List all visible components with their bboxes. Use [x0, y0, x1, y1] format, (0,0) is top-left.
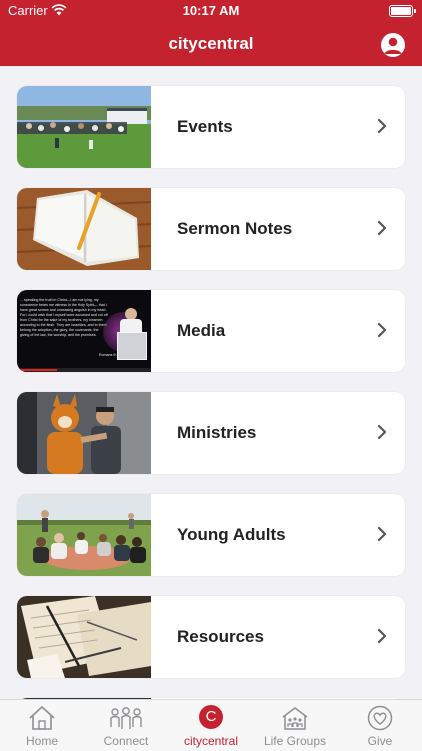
- slide-text: ... speaking the truth in Christ—I am no…: [20, 298, 108, 337]
- page-title: citycentral: [168, 34, 254, 53]
- citycentral-logo-icon: C: [169, 705, 253, 731]
- menu-item-resources[interactable]: Resources: [17, 596, 405, 678]
- profile-icon[interactable]: [381, 33, 405, 57]
- menu-item-label: Resources: [177, 627, 264, 646]
- chevron-right-icon: [377, 424, 387, 440]
- house-group-icon: [282, 707, 308, 730]
- tab-label: citycentral: [183, 734, 239, 748]
- menu-item-events[interactable]: Events: [17, 86, 405, 168]
- status-bar: Carrier 10:17 AM: [0, 0, 422, 22]
- menu-item-label: Media: [177, 321, 226, 340]
- chevron-right-icon: [377, 220, 387, 236]
- menu-item-label: Young Adults: [177, 525, 286, 544]
- home-icon: [29, 706, 55, 730]
- tab-citycentral[interactable]: C citycentral: [169, 700, 253, 751]
- tab-label: Home: [25, 734, 58, 748]
- resources-thumbnail: [17, 596, 151, 678]
- tab-label: Connect: [103, 734, 149, 748]
- media-thumbnail: ... speaking the truth in Christ—I am no…: [17, 290, 151, 372]
- ministries-thumbnail: [17, 392, 151, 474]
- menu-item-label: Sermon Notes: [177, 219, 293, 238]
- menu-item-label: Events: [177, 117, 233, 136]
- menu-item-ministries[interactable]: Ministries: [17, 392, 405, 474]
- chevron-right-icon: [377, 628, 387, 644]
- menu-item-media[interactable]: ... speaking the truth in Christ—I am no…: [17, 290, 405, 372]
- chevron-right-icon: [377, 118, 387, 134]
- logo-glyph: C: [199, 705, 223, 729]
- tab-label: Life Groups: [263, 734, 327, 748]
- young-adults-thumbnail: [17, 494, 151, 576]
- menu-item-label: Ministries: [177, 423, 257, 442]
- tab-connect[interactable]: Connect: [84, 700, 168, 751]
- tab-bar: Home Connect C citycentral Life Groups G…: [0, 699, 422, 751]
- events-thumbnail: [17, 86, 151, 168]
- chevron-right-icon: [377, 322, 387, 338]
- tab-label: Give: [367, 734, 393, 748]
- menu-item-young-adults[interactable]: Young Adults: [17, 494, 405, 576]
- tab-home[interactable]: Home: [0, 700, 84, 751]
- people-icon: [110, 707, 142, 729]
- clock: 10:17 AM: [182, 3, 240, 18]
- heart-icon: [367, 705, 393, 731]
- navigation-bar: citycentral: [0, 22, 422, 66]
- menu-list: Events Sermon Notes ... speaking the tru…: [0, 66, 422, 699]
- chevron-right-icon: [377, 526, 387, 542]
- menu-item-sermon-notes[interactable]: Sermon Notes: [17, 188, 405, 270]
- battery-icon: [389, 5, 416, 17]
- tab-life-groups[interactable]: Life Groups: [253, 700, 337, 751]
- sermon-notes-thumbnail: [17, 188, 151, 270]
- tab-give[interactable]: Give: [338, 700, 422, 751]
